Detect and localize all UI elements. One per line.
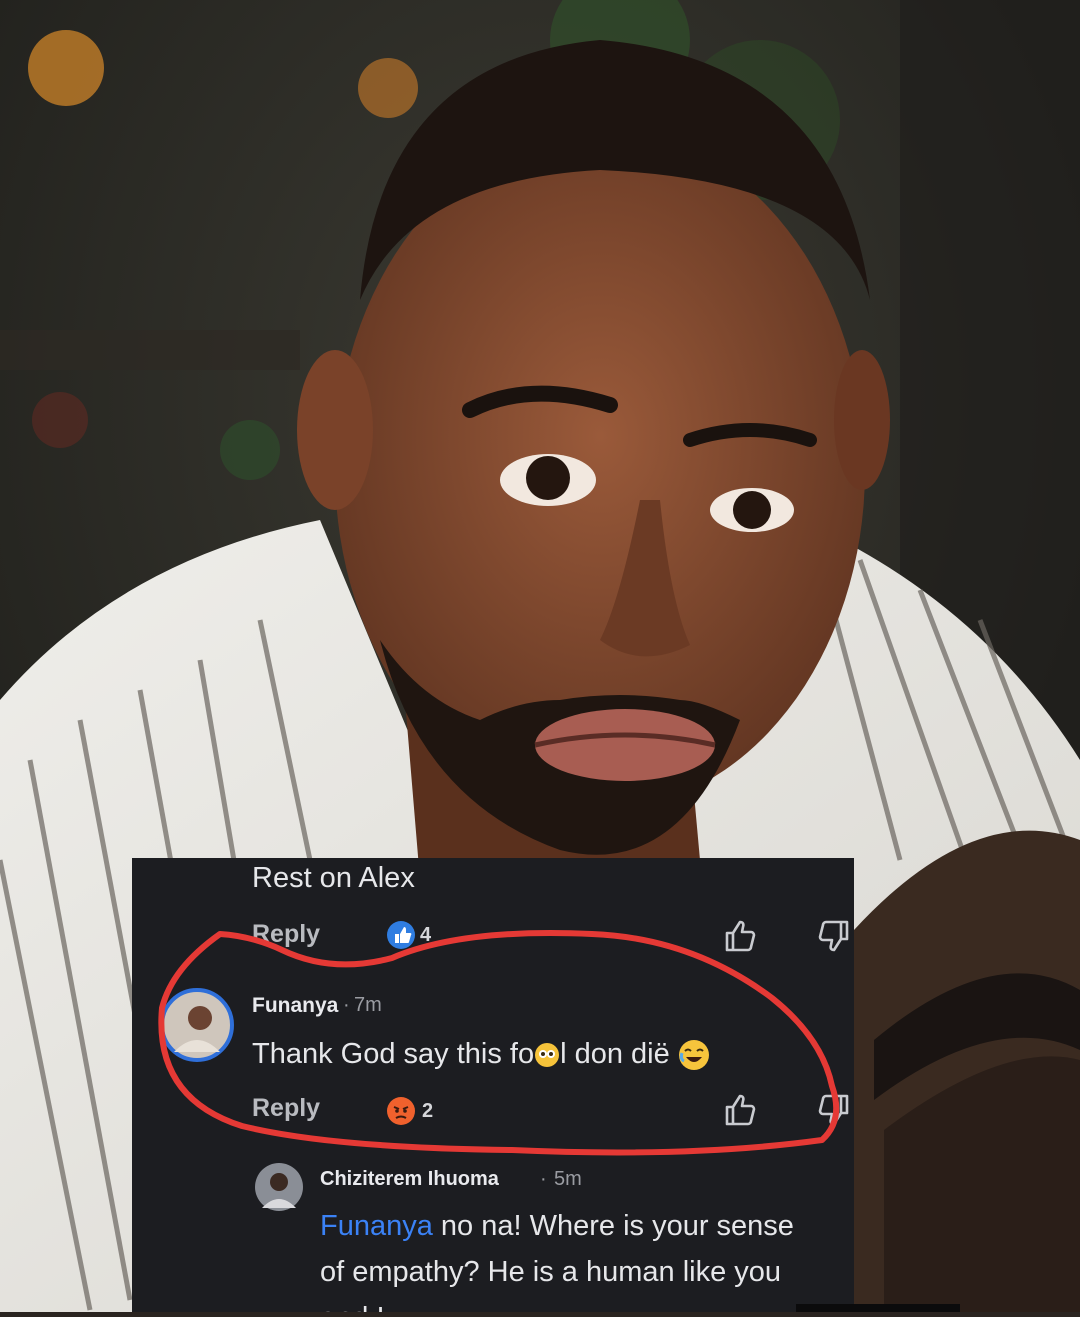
hat-image — [854, 800, 1080, 1312]
comment-screenshot: Rest on Alex Reply 4 Funanya · 7m Thank … — [132, 858, 854, 1312]
bottom-edge-bar — [796, 1304, 960, 1312]
highlight-circle — [158, 930, 840, 1156]
